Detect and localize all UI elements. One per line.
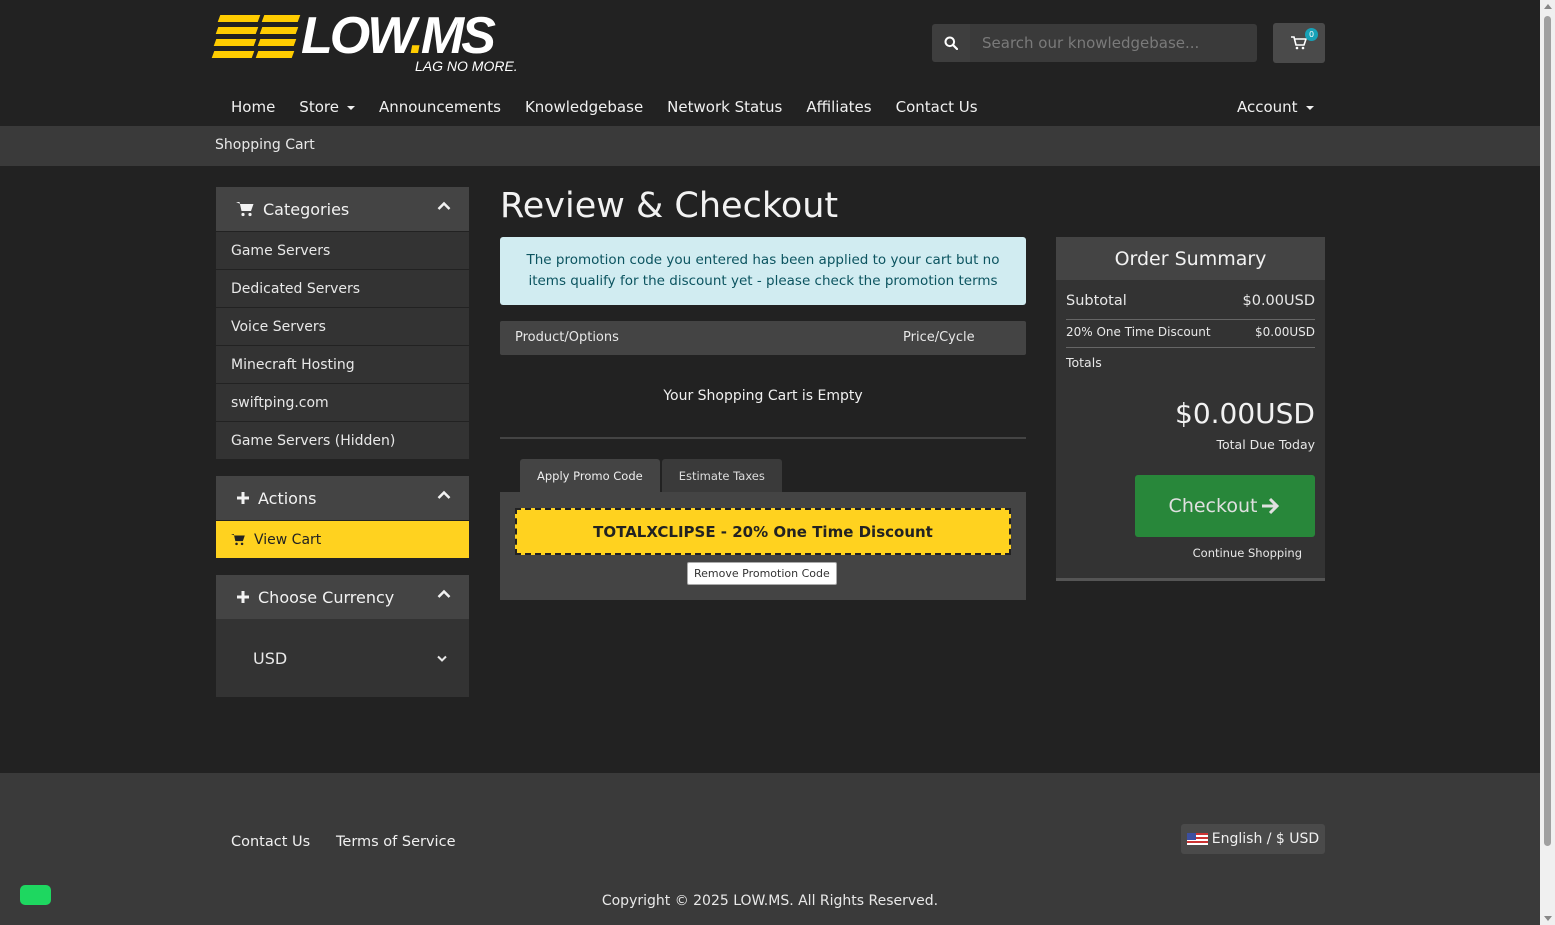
search-icon — [944, 36, 958, 50]
nav-network-status[interactable]: Network Status — [655, 94, 794, 120]
currency-select[interactable]: USD — [216, 619, 469, 697]
site-header: LOW.MS LAG NO MORE. 0 Home Store Announc… — [0, 0, 1540, 126]
chevron-up-icon[interactable] — [437, 589, 451, 599]
categories-panel: Categories Game Servers Dedicated Server… — [216, 187, 469, 459]
actions-panel: Actions View Cart — [216, 476, 469, 558]
checkout-label: Checkout — [1168, 495, 1258, 517]
scrollbar-thumb[interactable] — [1544, 16, 1551, 846]
summary-discount-row: 20% One Time Discount $0.00USD — [1066, 325, 1315, 339]
actions-title: Actions — [258, 488, 317, 508]
cart-button[interactable]: 0 — [1273, 23, 1325, 63]
site-footer: Contact Us Terms of Service English / $ … — [0, 773, 1540, 925]
plus-icon — [236, 590, 250, 604]
nav-store-label: Store — [299, 98, 339, 116]
discount-label: 20% One Time Discount — [1066, 325, 1211, 339]
nav-knowledgebase[interactable]: Knowledgebase — [513, 94, 655, 120]
nav-account[interactable]: Account — [1225, 94, 1326, 120]
subtotal-value: $0.00USD — [1242, 293, 1316, 309]
checkout-button[interactable]: Checkout — [1135, 475, 1315, 537]
total-amount: $0.00USD — [1175, 397, 1315, 430]
sidebar-item-game-servers-hidden[interactable]: Game Servers (Hidden) — [216, 421, 469, 459]
categories-title: Categories — [263, 199, 350, 219]
sidebar-item-dedicated-servers[interactable]: Dedicated Servers — [216, 269, 469, 307]
sidebar-item-swiftping[interactable]: swiftping.com — [216, 383, 469, 421]
view-cart-label: View Cart — [254, 531, 322, 548]
subtotal-label: Subtotal — [1066, 293, 1127, 309]
nav-contact-us[interactable]: Contact Us — [884, 94, 990, 120]
remove-promo-button[interactable]: Remove Promotion Code — [687, 562, 837, 585]
cart-icon — [236, 201, 255, 217]
discount-value: $0.00USD — [1255, 325, 1315, 339]
main-nav: Home Store Announcements Knowledgebase N… — [219, 94, 990, 120]
currency-selected: USD — [253, 648, 288, 668]
search-button[interactable] — [932, 24, 970, 62]
divider — [1066, 347, 1315, 348]
promo-alert: The promotion code you entered has been … — [500, 237, 1026, 305]
footer-contact-link[interactable]: Contact Us — [231, 834, 310, 850]
nav-store[interactable]: Store — [287, 94, 367, 120]
logo-tagline: LAG NO MORE. — [415, 58, 518, 74]
column-price: Price/Cycle — [903, 330, 975, 345]
chevron-up-icon[interactable] — [437, 490, 451, 500]
cart-icon — [1291, 36, 1307, 50]
continue-shopping-link[interactable]: Continue Shopping — [1193, 546, 1302, 560]
actions-header[interactable]: Actions — [216, 476, 469, 520]
language-currency-button[interactable]: English / $ USD — [1181, 824, 1325, 854]
cart-count-badge: 0 — [1305, 28, 1318, 41]
cart-table-header: Product/Options Price/Cycle — [500, 321, 1026, 355]
page-scrollbar[interactable] — [1540, 0, 1555, 925]
language-label: English / $ USD — [1211, 831, 1320, 847]
page-title: Review & Checkout — [500, 186, 839, 226]
categories-header[interactable]: Categories — [216, 187, 469, 231]
breadcrumb-bar: Shopping Cart — [0, 126, 1540, 166]
sidebar-item-voice-servers[interactable]: Voice Servers — [216, 307, 469, 345]
cart-icon — [231, 533, 246, 546]
chevron-down-icon — [437, 655, 447, 662]
order-summary: Order Summary Subtotal $0.00USD 20% One … — [1056, 237, 1325, 581]
column-product: Product/Options — [515, 330, 619, 345]
divider — [500, 437, 1026, 439]
summary-title: Order Summary — [1056, 237, 1325, 280]
divider — [1066, 319, 1315, 320]
applied-promo-code: TOTALXCLIPSE - 20% One Time Discount — [515, 508, 1011, 555]
copyright: Copyright © 2025 LOW.MS. All Rights Rese… — [601, 893, 939, 909]
currency-header[interactable]: Choose Currency — [216, 575, 469, 619]
tab-apply-promo[interactable]: Apply Promo Code — [520, 459, 660, 492]
sidebar-item-game-servers[interactable]: Game Servers — [216, 231, 469, 269]
promo-panel: TOTALXCLIPSE - 20% One Time Discount Rem… — [500, 492, 1026, 600]
promo-tabs: Apply Promo Code Estimate Taxes — [520, 459, 784, 492]
site-logo[interactable]: LOW.MS LAG NO MORE. — [211, 7, 523, 80]
nav-account-label: Account — [1237, 98, 1298, 116]
knowledgebase-search — [932, 24, 1257, 62]
currency-title: Choose Currency — [258, 587, 395, 607]
search-input[interactable] — [970, 24, 1257, 62]
arrow-right-icon — [1262, 497, 1280, 515]
scroll-up-icon[interactable] — [1544, 4, 1552, 9]
totals-label: Totals — [1066, 355, 1102, 370]
currency-panel: Choose Currency USD — [216, 575, 469, 697]
nav-announcements[interactable]: Announcements — [367, 94, 513, 120]
breadcrumb: Shopping Cart — [215, 137, 315, 153]
logo-wordmark: LOW.MS — [301, 7, 496, 65]
us-flag-icon — [1186, 833, 1208, 845]
plus-icon — [236, 491, 250, 505]
summary-subtotal-row: Subtotal $0.00USD — [1066, 293, 1315, 309]
scroll-down-icon[interactable] — [1544, 916, 1552, 921]
sidebar-item-view-cart[interactable]: View Cart — [216, 520, 469, 558]
nav-affiliates[interactable]: Affiliates — [794, 94, 883, 120]
total-due-label: Total Due Today — [1216, 437, 1315, 452]
tab-estimate-taxes[interactable]: Estimate Taxes — [661, 459, 782, 492]
footer-terms-link[interactable]: Terms of Service — [336, 834, 455, 850]
empty-cart-message: Your Shopping Cart is Empty — [663, 388, 863, 404]
nav-home[interactable]: Home — [219, 94, 287, 120]
sidebar-item-minecraft-hosting[interactable]: Minecraft Hosting — [216, 345, 469, 383]
chat-widget-button[interactable] — [20, 885, 51, 905]
caret-down-icon — [1305, 105, 1314, 110]
chevron-up-icon[interactable] — [437, 201, 451, 211]
caret-down-icon — [346, 105, 355, 110]
